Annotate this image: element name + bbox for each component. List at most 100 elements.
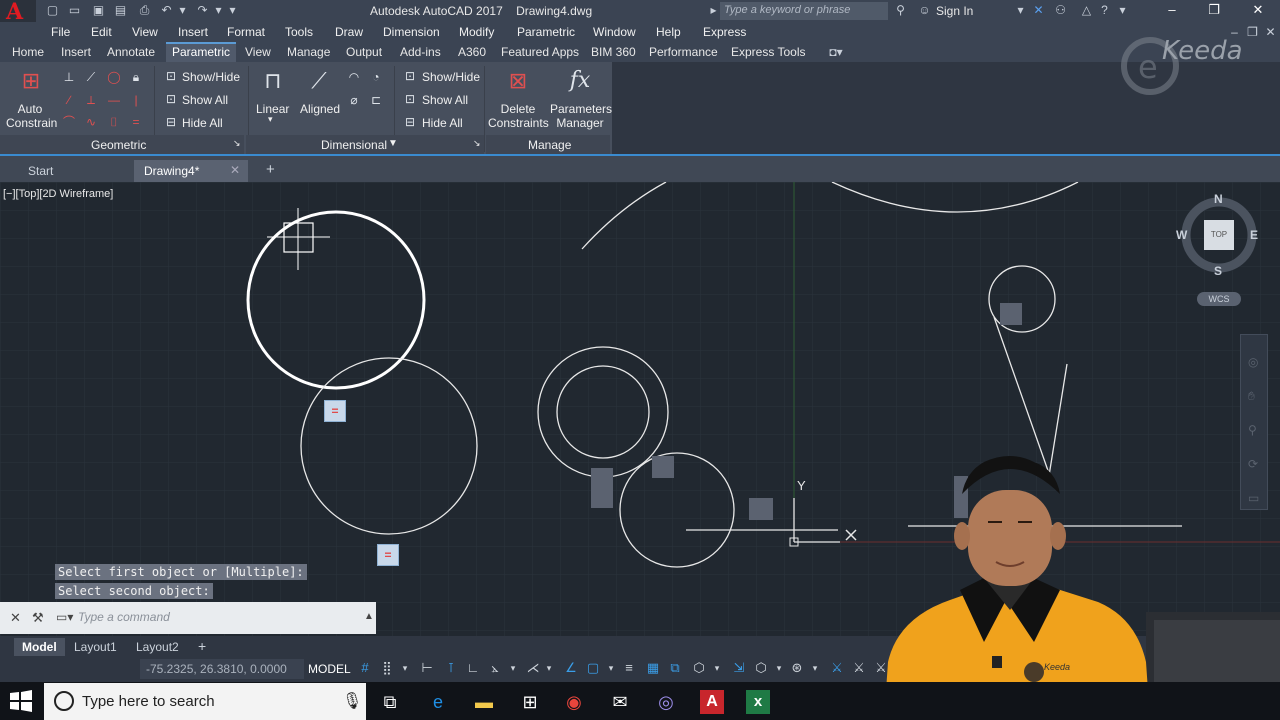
geometric-dialog-launcher-icon[interactable]: ↘: [233, 138, 241, 149]
store-icon[interactable]: ⊞: [518, 690, 542, 714]
tab-model[interactable]: Model: [14, 638, 65, 656]
save-icon[interactable]: ▣: [92, 4, 105, 17]
perpendicular-constraint-icon[interactable]: ⟂: [84, 93, 98, 107]
diameter-dimension-icon[interactable]: ⌀: [347, 93, 361, 107]
panel-title-dimensional[interactable]: Dimensional: [321, 138, 387, 152]
dim-show-hide-button[interactable]: Show/Hide: [422, 70, 480, 84]
undo-icon[interactable]: ↶: [160, 4, 173, 17]
osnap-dropdown-icon[interactable]: ▾: [604, 661, 618, 675]
isodraft-dropdown-icon[interactable]: ▾: [542, 661, 556, 675]
tab-home[interactable]: Home: [6, 42, 50, 62]
viewcube[interactable]: N S E W TOP: [1176, 192, 1260, 282]
constraint-marker[interactable]: [591, 468, 613, 508]
help-icon[interactable]: ?: [1098, 4, 1111, 17]
object-snap-icon[interactable]: ▢: [586, 661, 600, 675]
menu-tools[interactable]: Tools: [285, 25, 313, 39]
menu-format[interactable]: Format: [227, 25, 265, 39]
dimensional-dropdown-icon[interactable]: ▼: [388, 138, 398, 149]
chrome-icon[interactable]: ◉: [562, 690, 586, 714]
help-search-input[interactable]: Type a keyword or phrase: [720, 2, 888, 20]
command-input[interactable]: Type a command: [78, 610, 170, 624]
customize-wrench-icon[interactable]: ⚒: [32, 610, 44, 626]
tab-output[interactable]: Output: [340, 42, 388, 62]
menu-dimension[interactable]: Dimension: [383, 25, 440, 39]
horizontal-constraint-icon[interactable]: —: [107, 93, 121, 107]
infer-constraints-icon[interactable]: ⊢: [420, 661, 434, 675]
panel-title-geometric[interactable]: Geometric: [91, 138, 146, 152]
save-as-icon[interactable]: ▤: [114, 4, 127, 17]
zoom-icon[interactable]: ⚲: [1248, 423, 1257, 437]
undo-dropdown-icon[interactable]: ▾: [176, 4, 189, 17]
transparency-icon[interactable]: ▦: [646, 661, 660, 675]
snap-dropdown-icon[interactable]: ▾: [398, 661, 412, 675]
autocad-taskbar-icon[interactable]: A: [700, 690, 724, 714]
taskbar-search-text[interactable]: Type here to search: [82, 693, 215, 710]
gizmo-icon[interactable]: ⊛: [790, 661, 804, 675]
menu-modify[interactable]: Modify: [459, 25, 494, 39]
dimensional-dialog-launcher-icon[interactable]: ↘: [473, 138, 481, 149]
plot-icon[interactable]: ⎙: [138, 4, 151, 17]
vertical-constraint-icon[interactable]: |: [129, 93, 143, 107]
stay-connected-icon[interactable]: △: [1080, 4, 1093, 17]
binoculars-icon[interactable]: ⚲: [894, 4, 907, 17]
angular-dimension-icon[interactable]: ◠: [347, 70, 361, 84]
mail-icon[interactable]: ✉: [608, 690, 632, 714]
menu-insert[interactable]: Insert: [178, 25, 208, 39]
dynamic-input-icon[interactable]: ⊺: [444, 661, 458, 675]
dim-show-all-button[interactable]: Show All: [422, 93, 468, 107]
smooth-constraint-icon[interactable]: ∿: [84, 115, 98, 129]
model-space-button[interactable]: MODEL: [305, 659, 353, 679]
constraint-marker[interactable]: [652, 456, 674, 478]
close-command-icon[interactable]: ✕: [10, 610, 21, 626]
recent-commands-icon[interactable]: ▭▾: [56, 610, 73, 624]
grid-display-icon[interactable]: #: [358, 661, 372, 675]
tab-view[interactable]: View: [239, 42, 277, 62]
aligned-dimension-button[interactable]: ⟋ Aligned: [298, 66, 342, 130]
a360-icon[interactable]: ⚇: [1054, 4, 1067, 17]
doc-close-icon[interactable]: ✕: [1264, 26, 1277, 39]
coordinate-display[interactable]: -75.2325, 26.3810, 0.0000: [140, 659, 304, 679]
snap-mode-icon[interactable]: ⣿: [380, 661, 394, 675]
windows-start-icon[interactable]: [8, 689, 34, 713]
tab-start[interactable]: Start: [18, 160, 63, 182]
tab-annotate[interactable]: Annotate: [101, 42, 161, 62]
tab-insert[interactable]: Insert: [55, 42, 97, 62]
redo-dropdown-icon[interactable]: ▾: [212, 4, 225, 17]
viewport-controls-label[interactable]: [−][Top][2D Wireframe]: [3, 188, 113, 200]
constraint-marker[interactable]: [1000, 303, 1022, 325]
symmetric-constraint-icon[interactable]: ⌷: [107, 115, 121, 129]
microphone-icon[interactable]: 🎙︎: [342, 691, 362, 711]
sign-in-dropdown-icon[interactable]: ▾: [1014, 4, 1027, 17]
ortho-mode-icon[interactable]: ∟: [466, 661, 480, 675]
steering-wheel-icon[interactable]: ◎: [1248, 355, 1258, 369]
menu-file[interactable]: File: [51, 25, 70, 39]
menu-view[interactable]: View: [132, 25, 158, 39]
convert-dimension-icon[interactable]: ⊏: [369, 93, 383, 107]
selection-cycling-icon[interactable]: ⧉: [668, 661, 682, 675]
lineweight-icon[interactable]: ≡: [622, 661, 636, 675]
tab-parametric[interactable]: Parametric: [166, 42, 237, 62]
3d-osnap-dropdown-icon[interactable]: ▾: [710, 661, 724, 675]
annotation-visibility-icon[interactable]: ⚔: [830, 661, 844, 675]
compass-north[interactable]: N: [1214, 192, 1223, 206]
equal-constraint-badge[interactable]: =: [377, 544, 399, 566]
wcs-menu[interactable]: WCS: [1197, 292, 1241, 306]
compass-south[interactable]: S: [1214, 264, 1222, 278]
dim-hide-all-button[interactable]: Hide All: [422, 116, 463, 130]
tab-layout1[interactable]: Layout1: [66, 638, 125, 656]
parallel-constraint-icon[interactable]: ∕: [62, 93, 76, 107]
new-layout-icon[interactable]: +: [190, 638, 214, 656]
linear-dimension-button[interactable]: ⊓ Linear ▾: [256, 66, 290, 130]
equal-constraint-icon[interactable]: =: [129, 115, 143, 129]
excel-taskbar-icon[interactable]: x: [746, 690, 770, 714]
sign-in-link[interactable]: Sign In: [936, 4, 973, 18]
panel-title-manage[interactable]: Manage: [528, 138, 571, 152]
tab-bim-360[interactable]: BIM 360: [585, 42, 642, 62]
new-tab-icon[interactable]: +: [256, 160, 285, 182]
help-dropdown-icon[interactable]: ▾: [1116, 4, 1129, 17]
menu-parametric[interactable]: Parametric: [517, 25, 575, 39]
menu-draw[interactable]: Draw: [335, 25, 363, 39]
object-snap-tracking-icon[interactable]: ∠: [564, 661, 578, 675]
minimize-icon[interactable]: –: [1162, 2, 1182, 20]
tab-add-ins[interactable]: Add-ins: [394, 42, 447, 62]
